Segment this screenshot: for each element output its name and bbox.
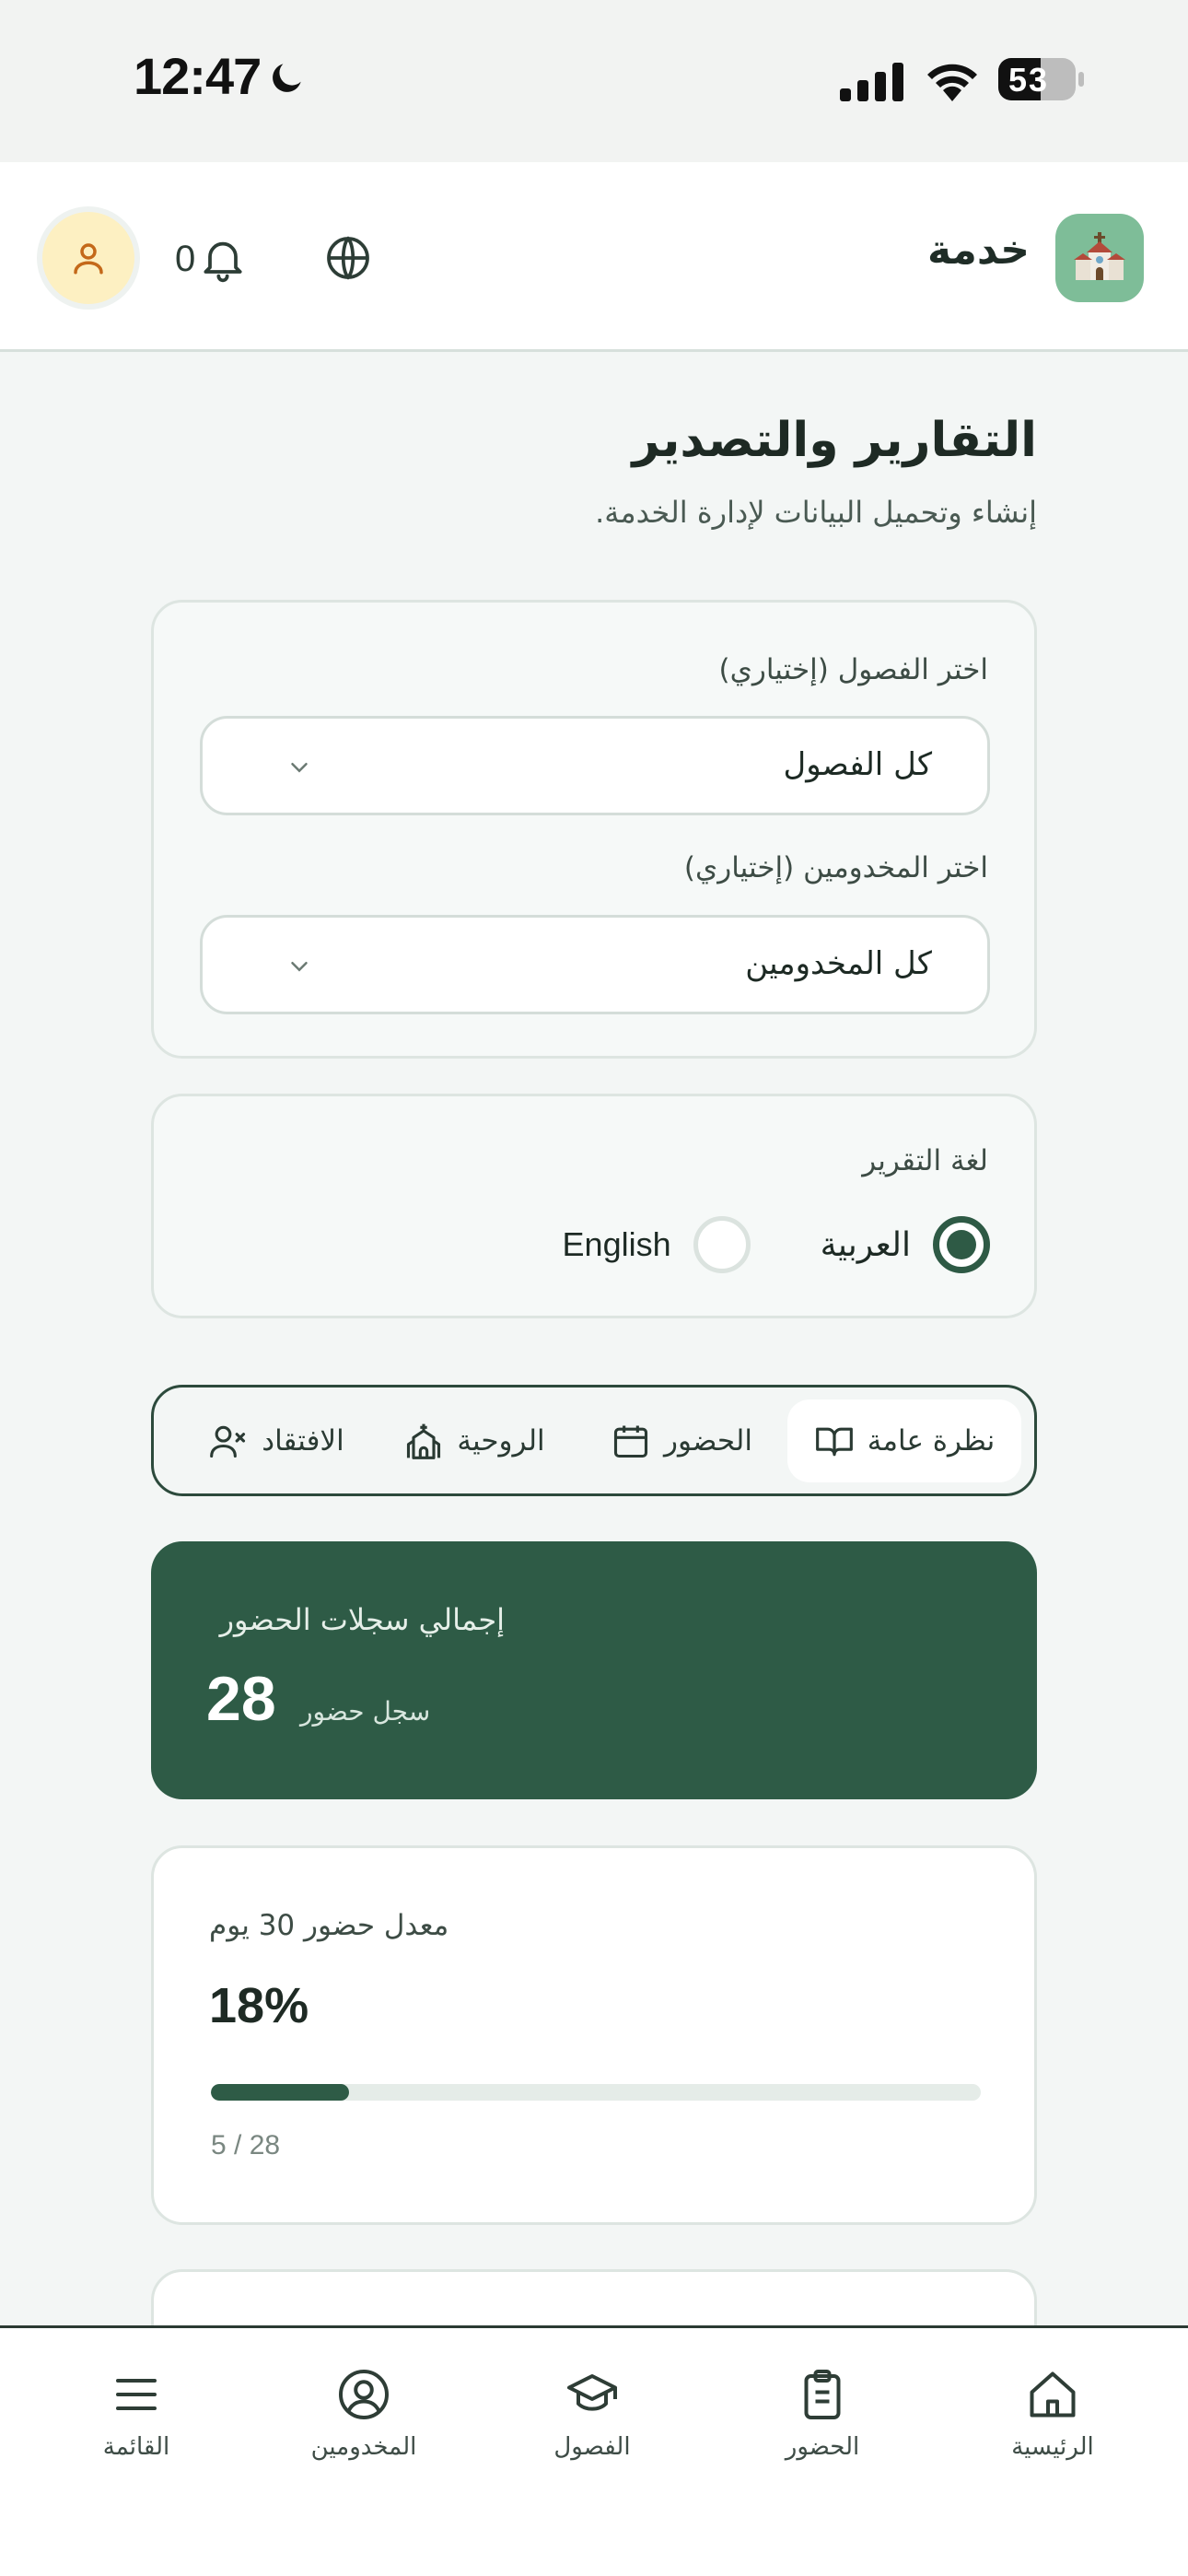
bell-icon <box>204 241 242 283</box>
nav-attendance[interactable]: الحضور <box>730 2367 914 2461</box>
language-radio-group: العربية English <box>563 1216 990 1273</box>
attendance-rate-value: 18% <box>209 1978 309 2033</box>
church-logo <box>1055 214 1144 302</box>
language-card: لغة التقرير العربية English <box>151 1094 1037 1318</box>
radio-arabic-label[interactable]: العربية <box>821 1226 911 1264</box>
total-attendance-value: 28 <box>206 1664 276 1734</box>
nav-servants[interactable]: المخدومين <box>272 2367 456 2461</box>
tab-visitation-label: الافتقاد <box>262 1423 344 1458</box>
radio-arabic[interactable] <box>933 1216 990 1273</box>
attendance-ratio: 5 / 28 <box>211 2130 281 2160</box>
user-x-icon <box>210 1425 246 1458</box>
tab-overview-label: نظرة عامة <box>867 1423 996 1458</box>
app-header: 0 خدمة <box>0 162 1188 352</box>
language-label: لغة التقرير <box>862 1144 988 1177</box>
filters-card: اختر الفصول (إختياري) كل الفصول اختر الم… <box>151 600 1037 1059</box>
bottom-nav: الرئيسية الحضور الفصول المخدومين القائمة <box>0 2325 1188 2576</box>
nav-menu[interactable]: القائمة <box>44 2367 228 2461</box>
user-circle-icon <box>339 2370 389 2419</box>
graduation-cap-icon <box>567 2374 617 2411</box>
classes-select-value: كل الفصول <box>783 746 933 783</box>
tab-attendance-label: الحضور <box>664 1423 752 1458</box>
moon-icon <box>273 64 301 92</box>
report-tabs: نظرة عامة الحضور الروحية الافتقاد <box>151 1385 1037 1496</box>
book-open-icon <box>815 1427 853 1456</box>
church-icon <box>407 1423 441 1459</box>
page-title: التقارير والتصدير <box>632 413 1038 468</box>
church-logo-icon <box>1074 232 1125 280</box>
tab-attendance[interactable]: الحضور <box>576 1399 787 1482</box>
signal-icon <box>840 63 903 101</box>
total-attendance-unit: سجل حضور <box>300 1696 431 1727</box>
calendar-icon <box>613 1425 648 1458</box>
chevron-down-icon <box>291 763 308 773</box>
battery-level: 53 <box>1008 61 1050 99</box>
tab-visitation[interactable]: الافتقاد <box>180 1399 373 1482</box>
servants-label: اختر المخدومين (إختياري) <box>683 851 988 884</box>
nav-home[interactable]: الرئيسية <box>961 2367 1145 2461</box>
status-bar: 12:47 53 <box>0 0 1188 162</box>
total-attendance-card: إجمالي سجلات الحضور 28 سجل حضور <box>151 1541 1037 1799</box>
tab-overview[interactable]: نظرة عامة <box>787 1399 1021 1482</box>
user-icon <box>74 243 103 275</box>
chevron-down-icon <box>291 962 308 972</box>
radio-english-label[interactable]: English <box>563 1225 671 1264</box>
attendance-rate-card: معدل حضور 30 يوم 18% 5 / 28 <box>151 1845 1037 2225</box>
notification-count: 0 <box>175 238 196 279</box>
nav-classes-label: الفصول <box>553 2433 631 2461</box>
servants-select[interactable]: كل المخدومين <box>200 915 990 1014</box>
home-icon <box>1030 2371 1076 2418</box>
tab-spiritual-label: الروحية <box>457 1423 545 1458</box>
notifications-button[interactable]: 0 <box>175 227 249 291</box>
servants-select-value: كل المخدومين <box>745 945 932 982</box>
page-subtitle: إنشاء وتحميل البيانات لإدارة الخدمة. <box>595 495 1037 530</box>
tab-spiritual[interactable]: الروحية <box>373 1399 576 1482</box>
clipboard-icon <box>804 2370 841 2419</box>
classes-label: اختر الفصول (إختياري) <box>718 653 988 686</box>
total-attendance-label: إجمالي سجلات الحضور <box>219 1602 505 1637</box>
menu-icon <box>116 2379 157 2410</box>
nav-menu-label: القائمة <box>102 2433 170 2461</box>
nav-attendance-label: الحضور <box>785 2433 860 2461</box>
nav-classes[interactable]: الفصول <box>500 2367 684 2461</box>
profile-avatar[interactable] <box>37 206 140 310</box>
radio-english[interactable] <box>693 1216 751 1273</box>
attendance-progress-fill <box>211 2084 350 2101</box>
globe-icon[interactable] <box>322 232 374 284</box>
nav-home-label: الرئيسية <box>1011 2433 1094 2461</box>
brand-name: خدمة <box>926 227 1030 274</box>
classes-select[interactable]: كل الفصول <box>200 716 990 815</box>
nav-servants-label: المخدومين <box>310 2433 417 2461</box>
status-time: 12:47 <box>134 47 262 105</box>
attendance-progress-bar <box>211 2084 981 2101</box>
battery-indicator: 53 <box>997 57 1086 105</box>
attendance-rate-label: معدل حضور 30 يوم <box>209 1909 449 1942</box>
wifi-icon <box>927 64 977 101</box>
